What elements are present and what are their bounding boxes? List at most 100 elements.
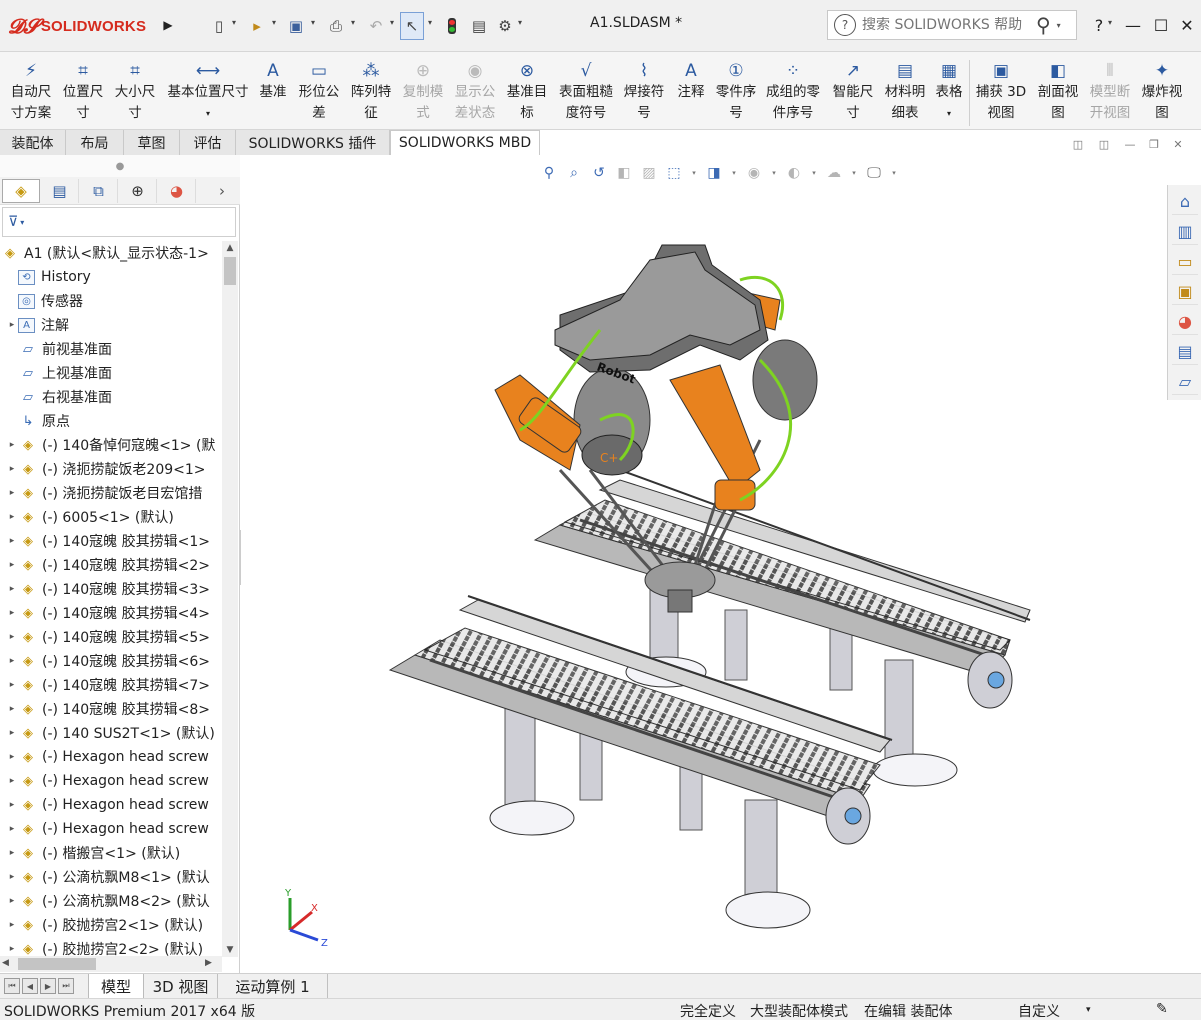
tree-component[interactable]: ▸ ◈ (-) 140 SUS2T<1> (默认) — [6, 721, 222, 745]
tree-component[interactable]: ▸ ◈ (-) 胶抛捞宫2<2> (默认) — [6, 937, 222, 958]
filter-dropdown-icon[interactable]: ▾ — [20, 218, 24, 227]
print-icon[interactable]: ⎙ — [324, 12, 348, 40]
tree-item[interactable]: ◎ 传感器 — [6, 289, 222, 313]
scroll-down-icon[interactable]: ▼ — [222, 943, 238, 957]
open-icon[interactable]: ▸ — [244, 12, 270, 40]
select-icon[interactable]: ↖ — [400, 12, 424, 40]
configurationmanager-tab-icon[interactable]: ⧉ — [80, 179, 118, 203]
apply-scene-icon[interactable]: ☁ — [825, 164, 843, 182]
tree-component[interactable]: ▸ ◈ (-) Hexagon head screw — [6, 745, 222, 769]
apply-scene-dropdown-icon[interactable]: ▾ — [850, 164, 858, 182]
note-button[interactable]: A 注释 — [673, 56, 709, 103]
tree-component[interactable]: ▸ ◈ (-) 140寇魄 胶其捞辑<5> — [6, 625, 222, 649]
viewport-minimize-icon[interactable]: — — [1120, 135, 1140, 153]
section-view-button[interactable]: ◧ 剖面视图 — [1035, 56, 1081, 124]
tree-component[interactable]: ▸ ◈ (-) 公滴杭飘M8<1> (默认 — [6, 865, 222, 889]
view-orientation-icon[interactable]: ⬚ — [665, 164, 683, 182]
tree-component[interactable]: ▸ ◈ (-) 140备悼何寇魄<1> (默 — [6, 433, 222, 457]
geometric-tolerance-button[interactable]: ▭ 形位公差 — [296, 56, 342, 124]
appearances-icon[interactable]: ◕ — [1172, 309, 1198, 335]
expand-arrow-icon[interactable]: ▸ — [6, 440, 18, 450]
solidworks-logo[interactable]: 𝓓𝓢 SOLIDWORKS — [8, 8, 158, 44]
hide-show-items-icon[interactable]: ◉ — [745, 164, 763, 182]
custom-properties-icon[interactable]: ▤ — [1172, 339, 1198, 365]
tree-component[interactable]: ▸ ◈ (-) 140寇魄 胶其捞辑<8> — [6, 697, 222, 721]
expand-arrow-icon[interactable]: ▸ — [6, 680, 18, 690]
expand-arrow-icon[interactable]: ▸ — [6, 920, 18, 930]
tree-component[interactable]: ▸ ◈ (-) 6005<1> (默认) — [6, 505, 222, 529]
expand-arrow-icon[interactable]: ▸ — [6, 872, 18, 882]
new-dropdown-icon[interactable]: ▾ — [232, 18, 236, 27]
expand-arrow-icon[interactable]: ▸ — [6, 464, 18, 474]
tree-component[interactable]: ▸ ◈ (-) 140寇魄 胶其捞辑<3> — [6, 577, 222, 601]
tree-item[interactable]: ▸ A 注解 — [6, 313, 222, 337]
weld-symbol-button[interactable]: ⌇ 焊接符号 — [622, 56, 666, 124]
table-button[interactable]: ▦ 表格 ▾ — [934, 56, 964, 124]
tab-layout[interactable]: 布局 — [66, 130, 124, 155]
expand-arrow-icon[interactable]: ▸ — [6, 752, 18, 762]
prev-tab-icon[interactable]: ◀ — [22, 978, 38, 994]
view-settings-icon[interactable]: 🖵 — [865, 164, 883, 182]
edit-appearance-dropdown-icon[interactable]: ▾ — [810, 164, 818, 182]
expand-arrow-icon[interactable]: ▸ — [6, 632, 18, 642]
search-help-box[interactable]: ? ⚲ ▾ — [827, 10, 1077, 40]
tree-item[interactable]: ▱ 右视基准面 — [6, 385, 222, 409]
smart-dimension-button[interactable]: ↗ 智能尺寸 — [830, 56, 876, 124]
dynamic-annotation-icon[interactable]: ▨ — [640, 164, 658, 182]
expand-arrow-icon[interactable]: ▸ — [6, 584, 18, 594]
display-manager-tab-icon[interactable]: ◕ — [158, 179, 196, 203]
help-dropdown-icon[interactable]: ▾ — [1108, 18, 1112, 27]
scroll-left-icon[interactable]: ◀ — [2, 958, 9, 968]
tab-sketch[interactable]: 草图 — [124, 130, 180, 155]
location-dimension-button[interactable]: ⌗ 位置尺寸 — [60, 56, 106, 124]
close-button[interactable]: ✕ — [1174, 12, 1200, 38]
save-icon[interactable]: ▣ — [284, 12, 308, 40]
panel-grip[interactable]: ● — [0, 155, 240, 177]
file-properties-icon[interactable]: ▤ — [468, 12, 490, 40]
file-explorer-icon[interactable]: ▭ — [1172, 249, 1198, 275]
viewport-close-icon[interactable]: ✕ — [1168, 135, 1188, 153]
view-orientation-dropdown-icon[interactable]: ▾ — [690, 164, 698, 182]
scroll-thumb-horizontal[interactable] — [18, 958, 96, 970]
expand-arrow-icon[interactable]: ▸ — [6, 488, 18, 498]
tab-3d-view[interactable]: 3D 视图 — [144, 974, 218, 999]
viewport-tile-icon[interactable]: ◫ — [1068, 135, 1088, 153]
tree-root-assembly[interactable]: ◈ A1 (默认<默认_显示状态-1> — [0, 241, 222, 265]
dimxpert-tab-icon[interactable]: ⊕ — [119, 179, 157, 203]
tree-component[interactable]: ▸ ◈ (-) 140寇魄 胶其捞辑<6> — [6, 649, 222, 673]
tab-model[interactable]: 模型 — [88, 974, 144, 999]
display-style-icon[interactable]: ◨ — [705, 164, 723, 182]
expand-arrow-icon[interactable]: ▸ — [6, 656, 18, 666]
units-dropdown-icon[interactable]: ▾ — [1086, 1005, 1091, 1015]
undo-icon[interactable]: ↶ — [364, 12, 388, 40]
search-icon[interactable]: ⚲ — [1036, 13, 1051, 37]
show-tolerance-status-button[interactable]: ◉ 显示公 差状态 — [452, 56, 498, 124]
model-break-view-button[interactable]: ⫴ 模型断 开视图 — [1087, 56, 1133, 124]
tree-item[interactable]: ⟲ History — [6, 265, 222, 289]
zoom-to-area-icon[interactable]: ⌕ — [565, 164, 583, 182]
new-icon[interactable]: ▯ — [208, 12, 230, 40]
section-view-icon[interactable]: ◧ — [615, 164, 633, 182]
expand-arrow-icon[interactable]: ▸ — [6, 944, 18, 954]
tree-component[interactable]: ▸ ◈ (-) 140寇魄 胶其捞辑<7> — [6, 673, 222, 697]
propertymanager-tab-icon[interactable]: ▤ — [41, 179, 79, 203]
save-dropdown-icon[interactable]: ▾ — [311, 18, 315, 27]
expand-arrow-icon[interactable]: ▸ — [6, 560, 18, 570]
tree-vertical-scrollbar[interactable]: ▲ ▼ — [222, 241, 238, 957]
tree-component[interactable]: ▸ ◈ (-) Hexagon head screw — [6, 793, 222, 817]
tree-component[interactable]: ▸ ◈ (-) 浇扼捞靛饭老目宏馆措 — [6, 481, 222, 505]
datum-target-button[interactable]: ⊗ 基准目标 — [504, 56, 550, 124]
next-tab-icon[interactable]: ▶ — [40, 978, 56, 994]
print-dropdown-icon[interactable]: ▾ — [351, 18, 355, 27]
tab-solidworks-mbd[interactable]: SOLIDWORKS MBD — [390, 130, 540, 155]
tree-component[interactable]: ▸ ◈ (-) 140寇魄 胶其捞辑<2> — [6, 553, 222, 577]
viewport-restore-icon[interactable]: ❐ — [1144, 135, 1164, 153]
datum-button[interactable]: A 基准 — [258, 56, 288, 103]
select-dropdown-icon[interactable]: ▾ — [428, 18, 432, 27]
search-input[interactable] — [862, 17, 1032, 33]
expand-arrow-icon[interactable]: ▸ — [6, 776, 18, 786]
scroll-up-icon[interactable]: ▲ — [222, 241, 238, 255]
tree-horizontal-scrollbar[interactable]: ◀ ▶ — [0, 956, 222, 972]
tree-component[interactable]: ▸ ◈ (-) 公滴杭飘M8<2> (默认 — [6, 889, 222, 913]
copy-scheme-button[interactable]: ⊕ 复制模式 — [400, 56, 446, 124]
